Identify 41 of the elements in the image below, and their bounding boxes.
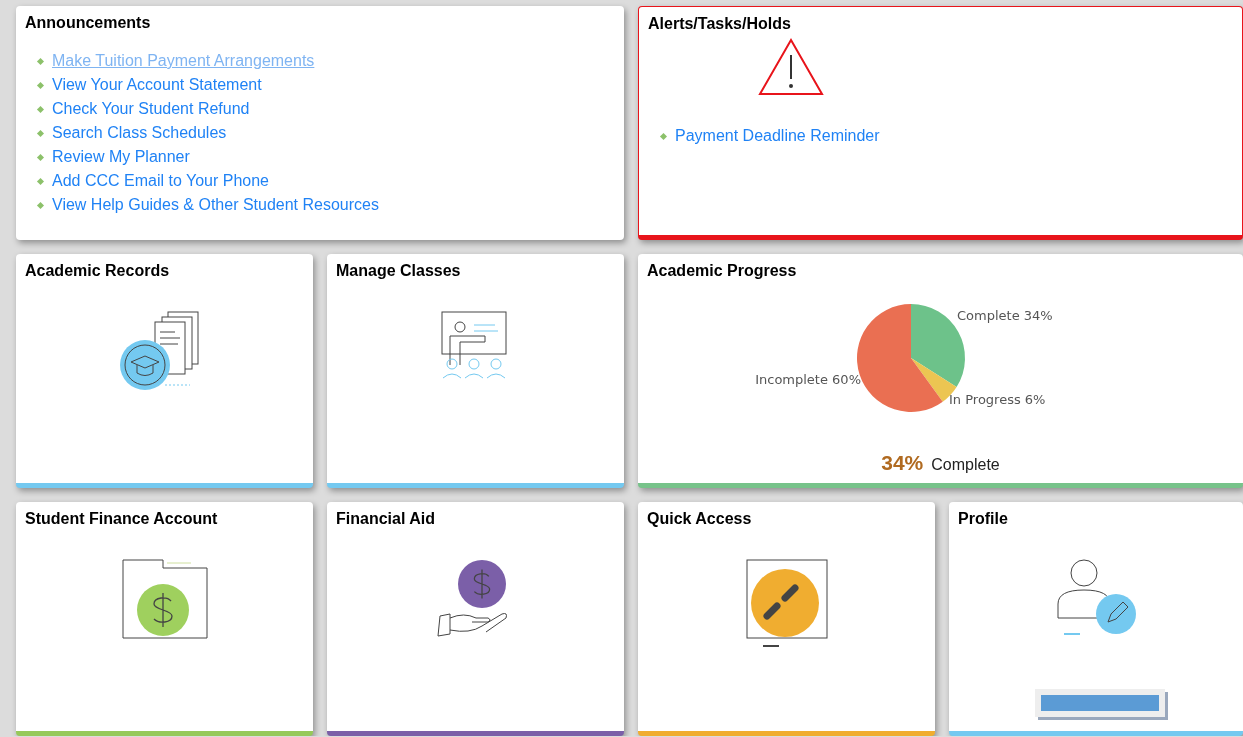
monitor-link-icon [744, 558, 829, 650]
announcement-link[interactable]: View Help Guides & Other Student Resources [52, 196, 379, 214]
bullet-icon [36, 129, 45, 137]
card-title: Academic Progress [646, 261, 798, 280]
alert-link[interactable]: Payment Deadline Reminder [675, 127, 880, 145]
slice-label: Complete 34% [956, 308, 1053, 323]
card-title: Financial Aid [335, 509, 436, 528]
warning-icon [756, 37, 825, 97]
slice-label: Incomplete 60% [754, 372, 861, 387]
bullet-icon [659, 132, 668, 140]
announcement-link[interactable]: Add CCC Email to Your Phone [52, 172, 269, 190]
tile-card[interactable]: Academic Records [16, 254, 313, 488]
bullet-icon [36, 81, 45, 89]
bullet-icon [36, 201, 45, 209]
bullet-icon [36, 105, 45, 113]
progress-percent: 34% [881, 451, 924, 475]
tile-card[interactable]: Quick Access [638, 502, 935, 736]
announcement-link[interactable]: Search Class Schedules [52, 124, 227, 142]
progress-label: Complete [931, 456, 1000, 474]
announcement-link[interactable]: Review My Planner [52, 148, 190, 166]
card-title: Academic Records [24, 261, 171, 280]
announcement-link[interactable]: Make Tuition Payment Arrangements [52, 52, 315, 70]
card-title: Announcements [24, 13, 152, 32]
card-title: Alerts/Tasks/Holds [647, 14, 792, 33]
user-edit-icon [1054, 558, 1138, 638]
folder-dollar-icon [120, 558, 209, 640]
bullet-icon [36, 57, 45, 65]
card-title: Profile [957, 509, 1009, 528]
card-title: Student Finance Account [24, 509, 219, 528]
announcement-link[interactable]: View Your Account Statement [52, 76, 262, 94]
bullet-icon [36, 153, 45, 161]
tile-card[interactable]: Financial Aid [327, 502, 624, 736]
tile-card[interactable]: Manage Classes [327, 254, 624, 488]
bullet-icon [36, 177, 45, 185]
slice-label: In Progress 6% [948, 392, 1045, 407]
tile-card[interactable]: Academic Progress Complete 34% In Progress 6% Incomplete 60% 34% Complete [638, 254, 1243, 488]
card-title: Manage Classes [335, 261, 462, 280]
tile-card[interactable]: Student Finance Account [16, 502, 313, 736]
announcement-link[interactable]: Check Your Student Refund [52, 100, 250, 118]
tile-card[interactable]: Profile [949, 502, 1243, 736]
card-title: Quick Access [646, 509, 753, 528]
